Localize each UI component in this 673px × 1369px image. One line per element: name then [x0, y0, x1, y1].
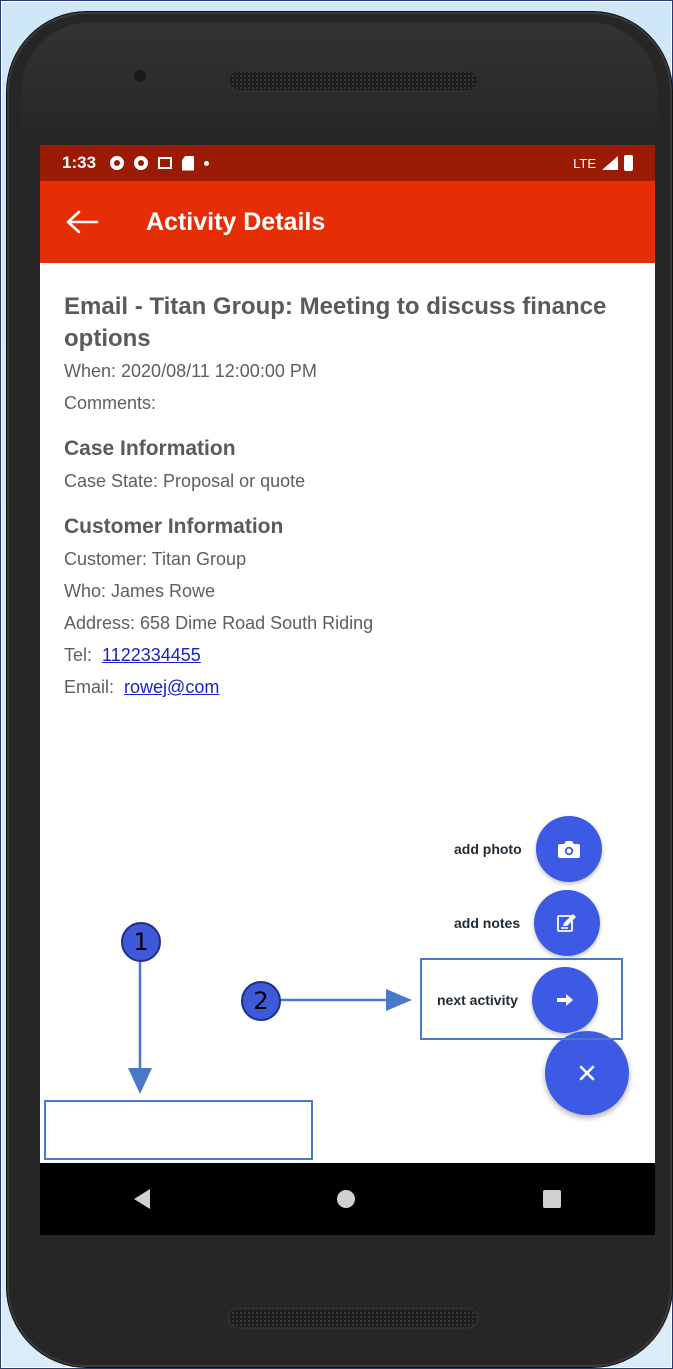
fab-add-notes-row: add notes: [454, 890, 601, 956]
nav-back-icon[interactable]: [133, 1189, 150, 1209]
close-icon: [579, 1065, 595, 1081]
add-photo-label[interactable]: add photo: [454, 841, 522, 857]
dot-icon: [204, 160, 210, 166]
sd-card-icon: [182, 155, 195, 171]
add-photo-button[interactable]: [535, 816, 602, 882]
app-bar: Activity Details: [40, 181, 655, 263]
system-nav-bar: [40, 1163, 655, 1235]
add-notes-label[interactable]: add notes: [454, 915, 520, 931]
email-link[interactable]: rowej@com: [124, 677, 219, 697]
customer-who: Who: James Rowe: [64, 581, 216, 601]
status-bar: 1:33 LTE: [40, 145, 655, 181]
tel-label: Tel:: [64, 645, 93, 665]
customer-name: Customer: Titan Group: [64, 549, 247, 569]
edit-note-icon: [557, 914, 577, 932]
status-time: 1:33: [62, 153, 97, 172]
empty-area-highlight: [44, 1100, 313, 1160]
gear-icon: [134, 156, 149, 170]
front-camera: [134, 70, 146, 82]
customer-email: Email: rowej@com: [64, 671, 634, 703]
gear-icon: [110, 156, 125, 170]
back-button[interactable]: [62, 202, 102, 242]
add-notes-button[interactable]: [534, 890, 601, 956]
customer-tel: Tel: 1122334455: [64, 639, 634, 671]
callout-2: 2: [241, 981, 281, 1021]
fab-add-photo-row: add photo: [454, 816, 602, 882]
phone-screen: 1:33 LTE Activity Details Email - Titan …: [40, 145, 655, 1235]
signal-icon: [602, 156, 618, 170]
customer-info-heading: Customer Information: [64, 515, 284, 538]
case-info-heading: Case Information: [64, 437, 236, 460]
next-activity-highlight: [420, 958, 623, 1040]
bottom-speaker: [227, 1307, 479, 1329]
nav-recent-icon[interactable]: [543, 1190, 562, 1208]
arrow-left-icon: [66, 210, 99, 234]
battery-icon: [624, 155, 633, 171]
activity-comments: Comments:: [64, 393, 157, 413]
top-speaker: [227, 70, 479, 92]
callout-1: 1: [121, 922, 161, 962]
page-title: Activity Details: [146, 207, 326, 236]
activity-title: Email - Titan Group: Meeting to discuss …: [64, 293, 607, 352]
status-right: LTE: [573, 155, 633, 171]
email-label: Email:: [64, 677, 115, 697]
case-state: Case State: Proposal or quote: [64, 471, 306, 491]
activity-when: When: 2020/08/11 12:00:00 PM: [64, 361, 317, 381]
network-type: LTE: [573, 155, 596, 171]
tel-link[interactable]: 1122334455: [102, 645, 201, 665]
close-fab-button[interactable]: [545, 1031, 629, 1115]
camera-icon: [557, 841, 580, 858]
activity-details: Email - Titan Group: Meeting to discuss …: [64, 291, 634, 703]
customer-address: Address: 658 Dime Road South Riding: [64, 613, 374, 633]
nav-home-icon[interactable]: [337, 1190, 356, 1208]
calendar-icon: [158, 157, 173, 169]
notification-icons: [110, 155, 210, 171]
